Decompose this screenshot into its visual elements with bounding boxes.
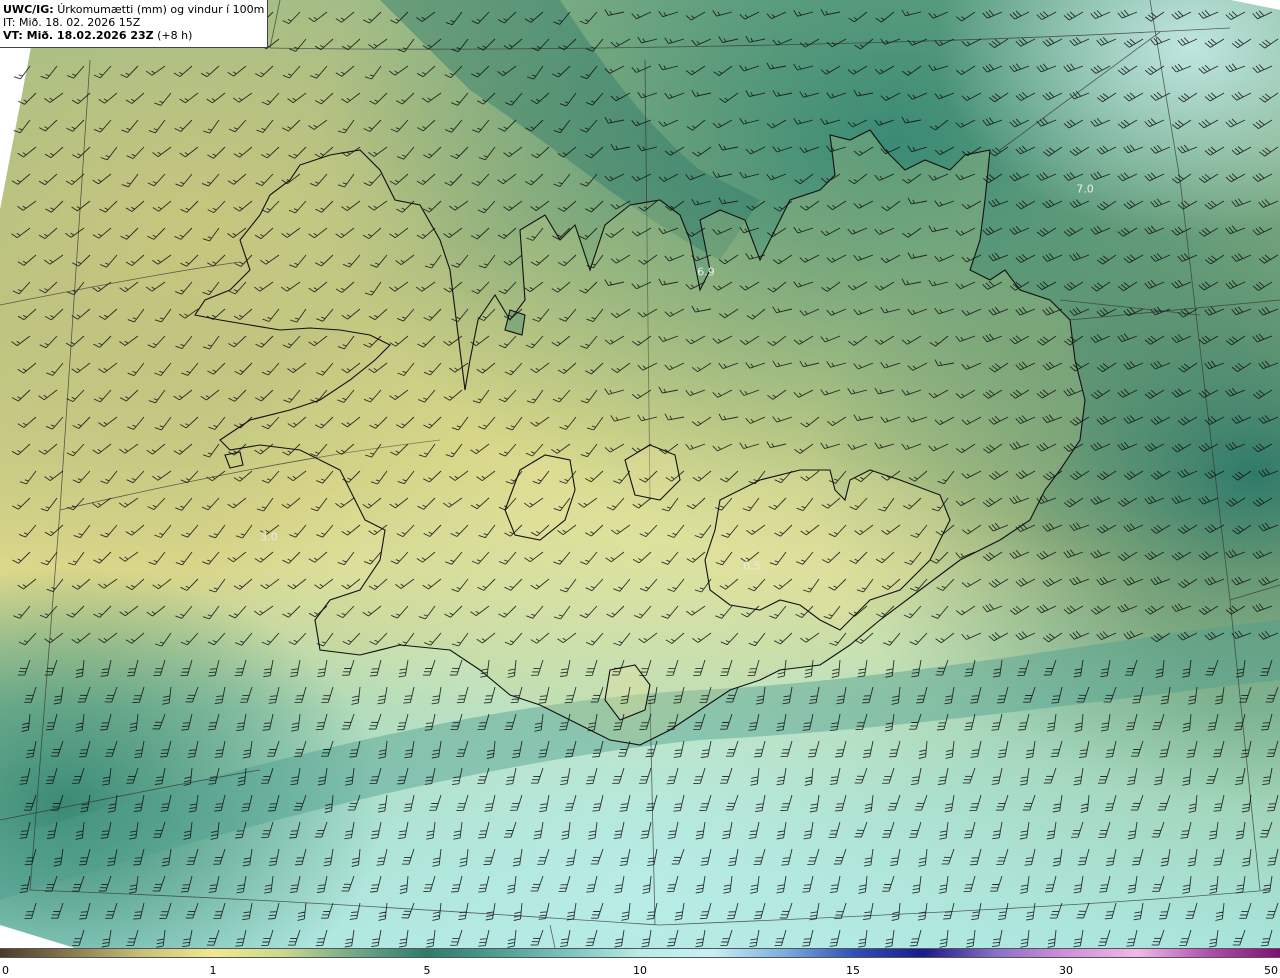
map-area[interactable]: 6.9 7.0 3.0 0.5 UWC/IG: Úrkomumætti (mm)… — [0, 0, 1280, 948]
map-info-header: UWC/IG: Úrkomumætti (mm) og vindur í 100… — [0, 0, 268, 48]
forecast-hour: (+8 h) — [153, 29, 193, 42]
map-value-label: 0.5 — [743, 559, 761, 573]
colorbar-tick: 5 — [423, 964, 431, 977]
valid-time-line: VT: Mið. 18.02.2026 23Z (+8 h) — [3, 29, 264, 42]
map-value-label: 6.9 — [697, 265, 715, 279]
colorbar-tick: 1 — [209, 964, 217, 977]
colorbar-strip — [0, 948, 1280, 958]
initial-time: IT: Mið. 18. 02. 2026 15Z — [3, 16, 141, 29]
title-line: UWC/IG: Úrkomumætti (mm) og vindur í 100… — [3, 3, 264, 16]
precipitation-colorbar: 0 1 5 10 15 30 50 — [0, 948, 1280, 978]
colorbar-tick: 15 — [846, 964, 860, 977]
model-label: UWC/IG: — [3, 3, 54, 16]
map-title: Úrkomumætti (mm) og vindur í 100m hæð — [57, 3, 264, 16]
map-value-label: 3.0 — [260, 530, 278, 544]
colorbar-tick: 10 — [633, 964, 647, 977]
valid-time: VT: Mið. 18.02.2026 23Z — [3, 29, 154, 42]
precipitation-wind-map[interactable] — [0, 0, 1280, 948]
colorbar-tick: 0 — [2, 964, 9, 977]
colorbar-tick: 50 — [1264, 964, 1278, 977]
map-value-label: 7.0 — [1076, 182, 1094, 196]
colorbar-tick: 30 — [1059, 964, 1073, 977]
